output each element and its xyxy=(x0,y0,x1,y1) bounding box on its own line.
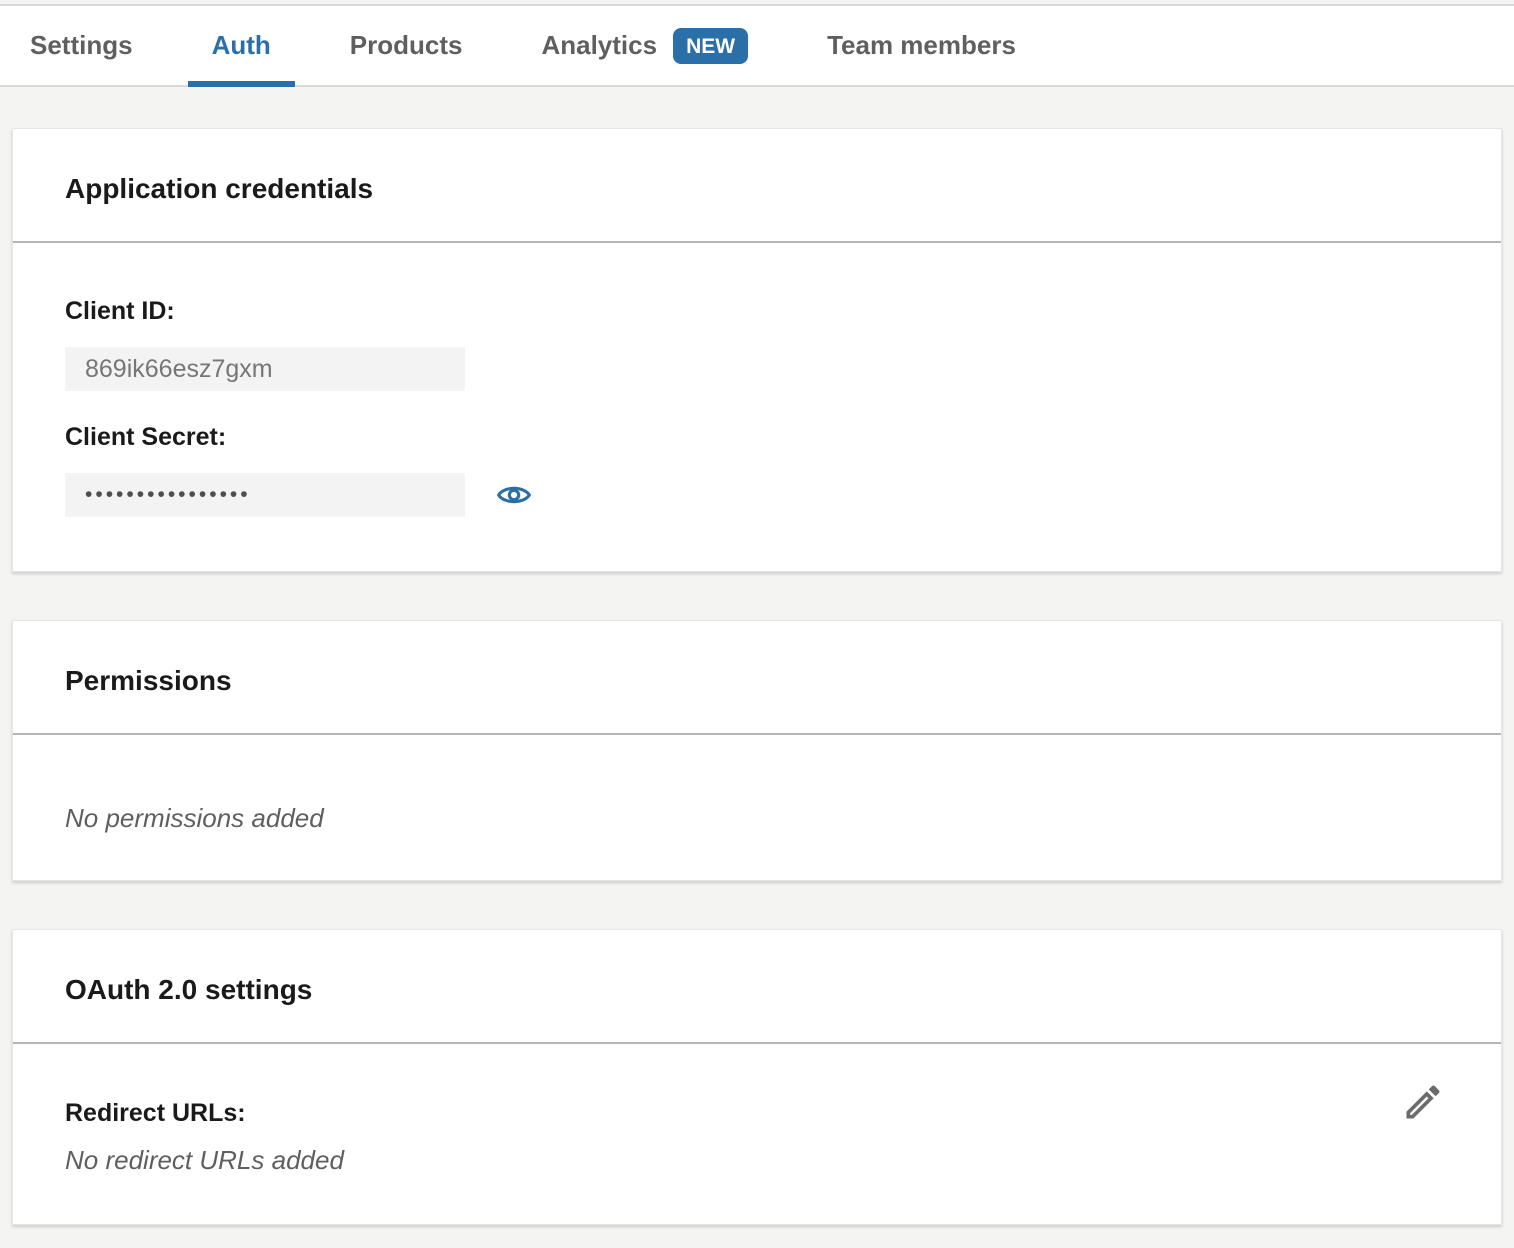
tab-list: Settings Auth Products Analytics NEW Tea… xyxy=(0,6,1514,85)
application-credentials-body: Client ID: 869ik66esz7gxm Client Secret:… xyxy=(13,243,1501,571)
tab-auth-label: Auth xyxy=(212,30,271,61)
application-credentials-card: Application credentials Client ID: 869ik… xyxy=(12,128,1502,572)
no-redirect-urls-text: No redirect URLs added xyxy=(65,1145,1449,1176)
pencil-icon xyxy=(1401,1080,1445,1124)
tab-auth[interactable]: Auth xyxy=(188,6,295,85)
client-secret-row: •••••••••••••••• xyxy=(65,473,1449,517)
application-credentials-header: Application credentials xyxy=(13,129,1501,243)
client-secret-label: Client Secret: xyxy=(65,423,1449,452)
reveal-secret-button[interactable] xyxy=(497,482,531,508)
redirect-urls-label: Redirect URLs: xyxy=(65,1099,1449,1128)
tab-analytics[interactable]: Analytics NEW xyxy=(517,6,772,85)
client-id-value[interactable]: 869ik66esz7gxm xyxy=(65,347,465,391)
eye-icon xyxy=(497,482,531,508)
oauth-settings-title: OAuth 2.0 settings xyxy=(65,974,1449,1006)
permissions-title: Permissions xyxy=(65,665,1449,697)
tab-team-members-label: Team members xyxy=(827,30,1016,61)
application-credentials-title: Application credentials xyxy=(65,173,1449,205)
oauth-settings-card: OAuth 2.0 settings Redirect URLs: No red… xyxy=(12,929,1502,1225)
client-secret-value[interactable]: •••••••••••••••• xyxy=(65,473,465,517)
client-id-label: Client ID: xyxy=(65,297,1449,326)
permissions-header: Permissions xyxy=(13,621,1501,735)
tab-team-members[interactable]: Team members xyxy=(803,6,1040,85)
oauth-settings-header: OAuth 2.0 settings xyxy=(13,930,1501,1044)
oauth-settings-body: Redirect URLs: No redirect URLs added xyxy=(13,1044,1501,1224)
tab-bar: Settings Auth Products Analytics NEW Tea… xyxy=(0,4,1514,87)
no-permissions-text: No permissions added xyxy=(65,803,1449,834)
tab-settings[interactable]: Settings xyxy=(6,6,157,85)
edit-redirect-urls-button[interactable] xyxy=(1401,1080,1445,1124)
tab-settings-label: Settings xyxy=(30,30,133,61)
tab-products[interactable]: Products xyxy=(326,6,487,85)
permissions-card: Permissions No permissions added xyxy=(12,620,1502,881)
tab-products-label: Products xyxy=(350,30,463,61)
tab-analytics-label: Analytics xyxy=(541,30,657,61)
permissions-body: No permissions added xyxy=(13,735,1501,880)
auth-tab-content: Application credentials Client ID: 869ik… xyxy=(0,87,1514,1225)
new-badge: NEW xyxy=(673,28,748,64)
